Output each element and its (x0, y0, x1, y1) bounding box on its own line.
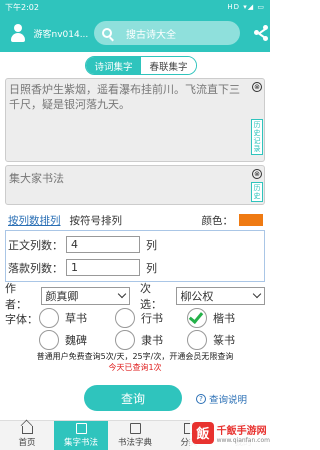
secondary-author-value: 柳公权 (180, 290, 214, 303)
sign-count-label: 落款列数： (8, 261, 63, 275)
tab-poem[interactable]: 诗词集字 (86, 57, 141, 74)
book-icon (75, 423, 87, 434)
body-count-row: 正文列数： 4 列 (8, 236, 157, 253)
sign-count-unit: 列 (146, 261, 157, 275)
body-count-input[interactable]: 4 (66, 236, 140, 253)
nav-label: 书法字典 (117, 438, 152, 448)
title-history-button[interactable]: 历史 (251, 182, 263, 202)
sort-by-count-link[interactable]: 按列数排列 (8, 213, 61, 228)
font-option-label: 隶书 (141, 334, 163, 347)
search-placeholder: 搜古诗大全 (126, 29, 177, 41)
sort-row: 按列数排列 按符号排列 颜色： (8, 213, 263, 227)
clear-title-icon[interactable]: ⊗ (252, 169, 262, 179)
search-input[interactable]: 搜古诗大全 (94, 21, 241, 45)
query-rules-link[interactable]: ? 查询说明 (196, 392, 247, 406)
status-time: 下午2:02 (5, 2, 39, 12)
column-count-box: 正文列数： 4 列 落款列数： 1 列 (5, 230, 265, 282)
author-row: 作者： 颜真卿 次选： 柳公权 (5, 282, 265, 311)
mode-tabs: 诗词集字 春联集字 (85, 56, 197, 75)
radio-circle (39, 308, 59, 328)
query-button[interactable]: 查询 (84, 385, 182, 411)
radio-circle-checked (187, 308, 207, 328)
watermark: 飯 千飯手游网 www.qianfan.com (190, 415, 270, 450)
font-option-seal[interactable]: 篆书 (187, 330, 235, 350)
title-text: 集大家书法 (9, 172, 64, 185)
watermark-name: 千飯手游网 (216, 425, 267, 437)
today-query-count: 今天已查询1次 (108, 363, 162, 372)
question-icon: ? (196, 394, 206, 404)
nav-calligraphy[interactable]: 集字书法 (54, 421, 108, 450)
font-option-cursive[interactable]: 草书 (39, 308, 87, 328)
nav-label: 集字书法 (63, 438, 98, 448)
secondary-author-select[interactable]: 柳公权 (176, 287, 265, 305)
sort-by-symbol-link[interactable]: 按符号排列 (70, 213, 123, 228)
chevron-down-icon (117, 289, 127, 299)
body-count-label: 正文列数： (8, 238, 63, 252)
nav-label: 首页 (18, 438, 36, 448)
avatar-head (14, 24, 22, 32)
font-option-label: 行书 (141, 312, 163, 325)
status-indicators: HD ▾◢ ▭ (227, 3, 265, 11)
font-option-label: 篆书 (213, 334, 235, 347)
poem-history-button[interactable]: 历史记录 (251, 119, 263, 155)
share-icon[interactable] (254, 25, 270, 41)
font-option-label: 草书 (65, 312, 87, 325)
tab-couplet[interactable]: 春联集字 (141, 57, 196, 74)
radio-circle (115, 330, 135, 350)
radio-circle (187, 330, 207, 350)
font-option-weibei[interactable]: 魏碑 (39, 330, 87, 350)
dictionary-icon (129, 423, 141, 434)
avatar[interactable] (8, 23, 27, 43)
username[interactable]: 游客nv014... (33, 27, 88, 40)
font-option-label: 魏碑 (65, 334, 87, 347)
author-value: 颜真卿 (45, 290, 79, 303)
usage-notice: 普通用户免费查询5次/天，25字/次，开通会员无限查询 (36, 352, 234, 361)
checkmark-icon (188, 308, 204, 325)
sign-count-row: 落款列数： 1 列 (8, 259, 157, 276)
clear-poem-icon[interactable]: ⊗ (252, 82, 262, 92)
title-input[interactable]: 集大家书法 ⊗ 历史 (5, 165, 265, 205)
query-rules-label: 查询说明 (209, 395, 248, 406)
poem-textarea[interactable]: 日照香炉生紫烟，遥看瀑布挂前川。飞流直下三千尺，疑是银河落九天。 ⊗ 历史记录 (5, 78, 265, 162)
watermark-url: www.qianfan.com (216, 436, 270, 444)
watermark-text: 千飯手游网 www.qianfan.com (217, 422, 270, 444)
avatar-body (11, 33, 25, 42)
watermark-logo: 飯 (192, 421, 214, 444)
radio-circle (39, 330, 59, 350)
font-row-2: 魏碑 隶书 篆书 (5, 330, 265, 352)
color-label: 颜色： (201, 214, 234, 227)
font-row-1: 字体： 草书 行书 楷书 (5, 308, 265, 330)
author-select[interactable]: 颜真卿 (41, 287, 130, 305)
app-bar: 游客nv014... 搜古诗大全 (0, 14, 270, 52)
font-option-label: 楷书 (213, 312, 235, 325)
font-option-running[interactable]: 行书 (115, 308, 163, 328)
nav-home[interactable]: 首页 (0, 421, 54, 450)
poem-text: 日照香炉生紫烟，遥看瀑布挂前川。飞流直下三千尺，疑是银河落九天。 (9, 83, 240, 111)
font-option-clerical[interactable]: 隶书 (115, 330, 163, 350)
chevron-down-icon (252, 289, 262, 299)
search-icon (102, 28, 113, 38)
status-bar: 下午2:02 HD ▾◢ ▭ (0, 0, 270, 14)
nav-dictionary[interactable]: 书法字典 (108, 421, 162, 450)
font-option-regular[interactable]: 楷书 (187, 308, 235, 328)
body-count-unit: 列 (146, 238, 157, 252)
radio-circle (115, 308, 135, 328)
home-icon (21, 426, 33, 434)
color-swatch[interactable] (239, 214, 263, 226)
sign-count-input[interactable]: 1 (66, 259, 140, 276)
font-label: 字体： (5, 313, 38, 326)
